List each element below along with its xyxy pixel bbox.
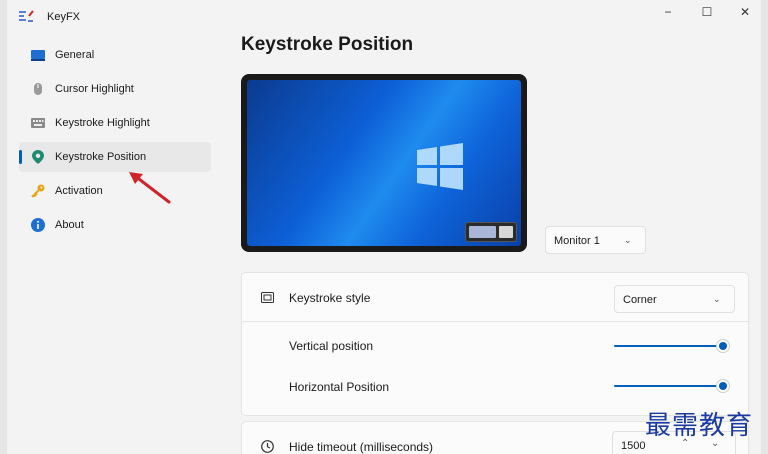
key-icon [31,184,45,198]
hide-timeout-label: Hide timeout (milliseconds) [289,440,434,454]
slider-track [614,385,723,387]
keystroke-style-card: Keystroke style Corner ⌄ Vertical positi… [241,272,749,416]
maximize-button[interactable]: ☐ [687,0,727,24]
app-title: KeyFX [47,11,81,23]
sidebar-item-label: General [55,49,95,61]
divider [242,321,748,322]
mouse-icon [31,82,45,96]
sidebar-item-label: Cursor Highlight [55,83,134,95]
slider-track [614,345,723,347]
sidebar-item-about[interactable]: About [19,210,211,240]
slider-thumb[interactable] [716,339,730,353]
monitor-select-value: Monitor 1 [554,235,600,247]
sidebar-item-label: Keystroke Highlight [55,117,150,129]
keystroke-style-value: Corner [623,294,657,306]
close-button[interactable]: ✕ [725,0,761,24]
slider-thumb[interactable] [716,379,730,393]
keyfx-logo-icon [19,10,34,22]
keystroke-style-select[interactable]: Corner ⌄ [614,285,735,313]
keystroke-position-indicator[interactable] [465,222,517,242]
vertical-position-slider[interactable] [614,339,732,353]
app-window: KeyFX − ☐ ✕ General Cursor Highlight Key… [7,0,761,454]
clock-icon [260,439,274,453]
sidebar-item-cursor-highlight[interactable]: Cursor Highlight [19,74,211,104]
annotation-arrow-icon [129,172,171,204]
monitor-select[interactable]: Monitor 1 ⌄ [545,226,646,254]
sidebar-item-activation[interactable]: Activation [19,176,211,206]
info-icon [31,218,45,232]
vertical-position-label: Vertical position [289,339,374,353]
horizontal-position-slider[interactable] [614,379,732,393]
keyboard-icon [31,116,45,130]
chevron-down-icon: ⌄ [713,294,721,304]
sidebar-item-general[interactable]: General [19,40,211,70]
location-pin-icon [31,150,45,164]
sidebar-item-keystroke-highlight[interactable]: Keystroke Highlight [19,108,211,138]
windows-logo-icon [417,143,463,190]
sidebar-item-label: About [55,219,84,231]
minimize-button[interactable]: − [648,0,688,24]
selection-indicator [19,150,22,164]
sidebar-item-label: Keystroke Position [55,151,147,163]
desktop-preview-image [247,80,521,246]
chevron-down-icon: ⌄ [624,235,632,245]
page-title: Keystroke Position [241,34,414,55]
position-block [469,226,497,238]
sidebar-item-label: Activation [55,185,103,197]
monitor-preview [241,74,527,252]
title-bar: KeyFX − ☐ ✕ [7,0,761,34]
keystroke-style-label: Keystroke style [289,291,371,305]
sidebar-item-keystroke-position[interactable]: Keystroke Position [19,142,211,172]
monitor-icon [31,48,45,62]
position-block [499,226,513,238]
horizontal-position-label: Horizontal Position [289,380,390,394]
hide-timeout-value: 1500 [621,440,646,452]
keystroke-style-icon [260,290,274,304]
watermark-text: 最需教育 [645,411,754,441]
